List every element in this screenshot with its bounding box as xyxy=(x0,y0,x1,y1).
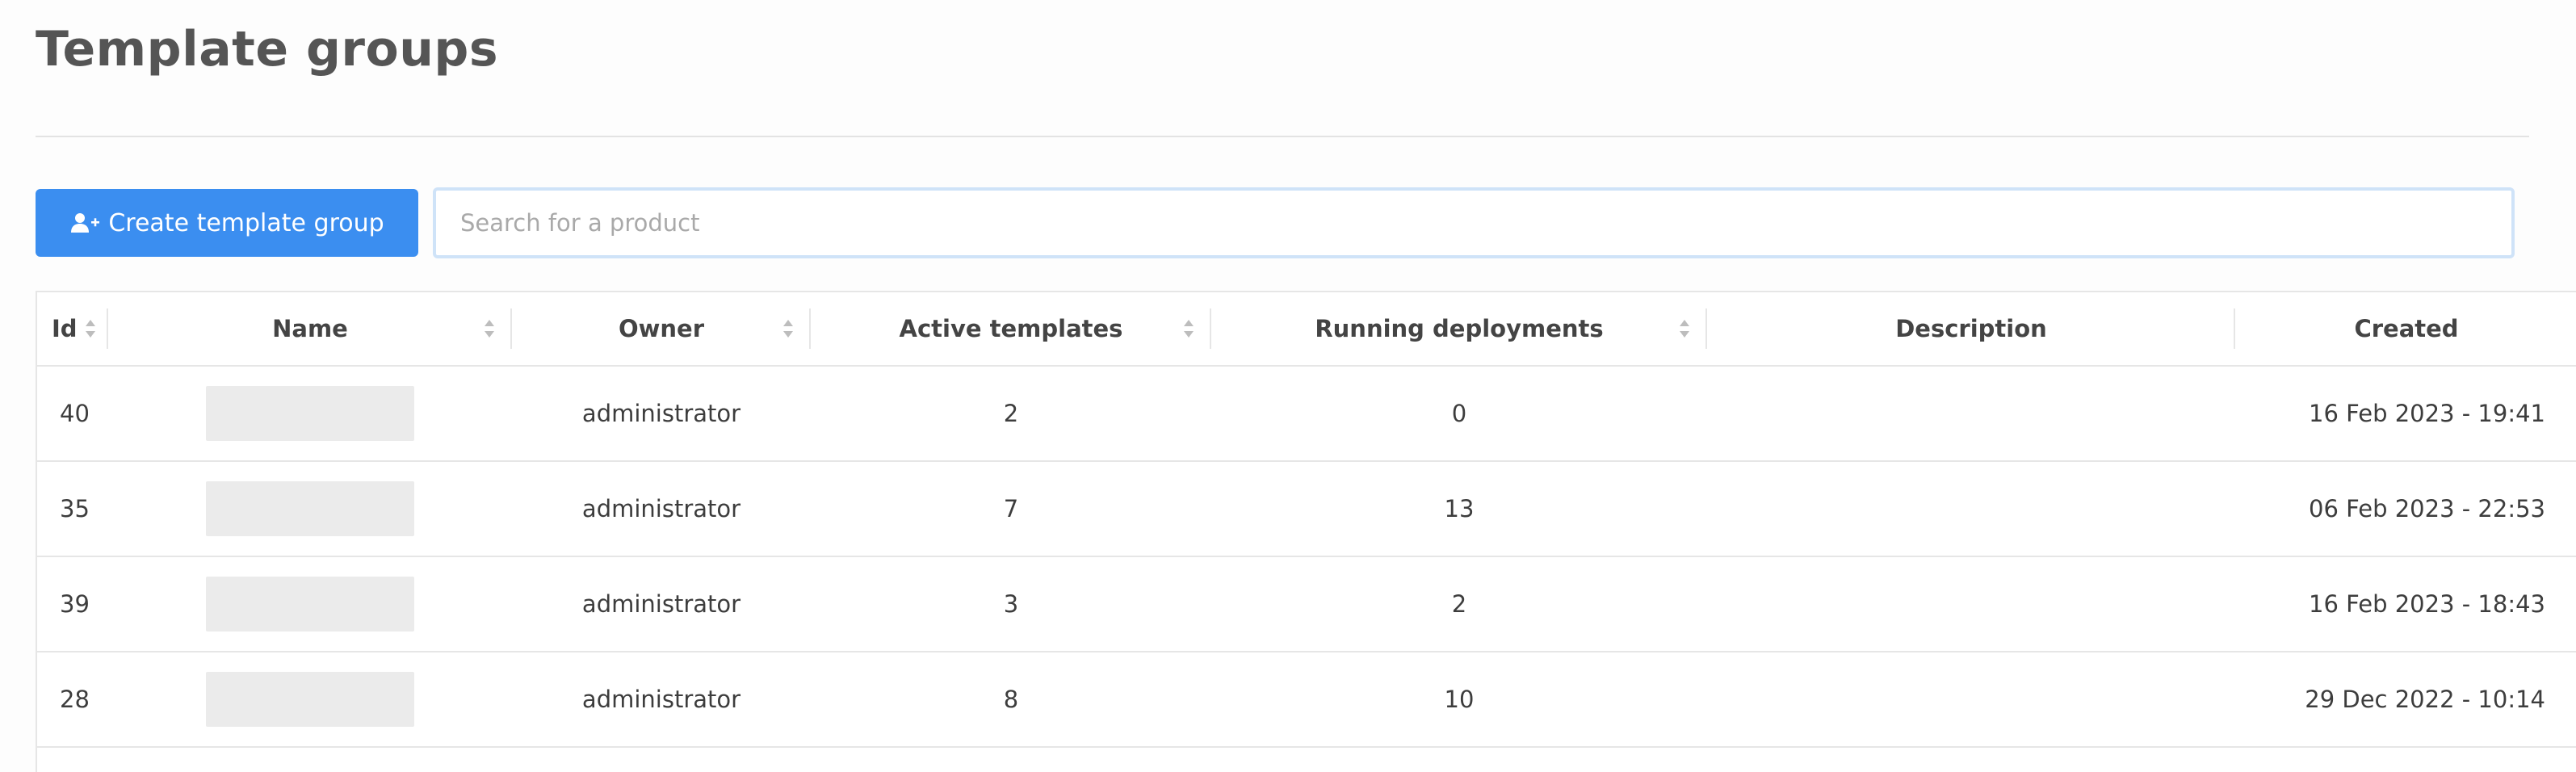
column-header-id[interactable]: Id xyxy=(37,292,108,367)
cell-active-templates: 8 xyxy=(811,652,1211,748)
cell-description xyxy=(1707,366,2235,462)
cell-name xyxy=(108,652,512,748)
cell-running-deployments: 13 xyxy=(1211,461,1707,557)
cell-id: 40 xyxy=(37,366,108,462)
column-header-name[interactable]: Name xyxy=(108,292,512,367)
cell-id: 39 xyxy=(37,556,108,652)
sort-icon xyxy=(1680,320,1689,338)
redacted-name xyxy=(206,481,414,536)
cell-created: 06 Feb 2023 - 22:53 xyxy=(2235,461,2576,557)
column-header-label: Description xyxy=(1895,315,2047,342)
redacted-name xyxy=(206,386,414,441)
cell-owner: administrator xyxy=(512,556,811,652)
table-row[interactable]: 40 administrator 2 0 16 Feb 2023 - 19:41 xyxy=(37,366,2576,462)
cell-name xyxy=(108,461,512,557)
template-groups-table: Id Name Owner Active templates Running d… xyxy=(36,291,2576,772)
title-divider xyxy=(36,136,2529,137)
table-row[interactable]: 39 administrator 3 2 16 Feb 2023 - 18:43 xyxy=(37,556,2576,652)
page-title: Template groups xyxy=(36,21,499,78)
cell-created: 16 Feb 2023 - 18:43 xyxy=(2235,556,2576,652)
column-header-label: Owner xyxy=(618,315,705,342)
column-header-running-deployments[interactable]: Running deployments xyxy=(1211,292,1707,367)
table-header-row: Id Name Owner Active templates Running d… xyxy=(37,292,2576,367)
cell-created: 29 Dec 2022 - 10:14 xyxy=(2235,652,2576,748)
redacted-name xyxy=(206,577,414,631)
cell-running-deployments: 0 xyxy=(1211,366,1707,462)
cell-owner: administrator xyxy=(512,366,811,462)
cell-active-templates: 7 xyxy=(811,461,1211,557)
column-header-label: Active templates xyxy=(899,315,1123,342)
cell-id: 35 xyxy=(37,461,108,557)
cell-owner: administrator xyxy=(512,461,811,557)
template-groups-page: Template groups Create template group Se… xyxy=(0,0,2576,772)
add-user-icon xyxy=(69,211,102,235)
column-header-description: Description xyxy=(1707,292,2235,367)
column-header-active-templates[interactable]: Active templates xyxy=(811,292,1211,367)
table-row[interactable]: 28 administrator 8 10 29 Dec 2022 - 10:1… xyxy=(37,652,2576,748)
cell-running-deployments: 2 xyxy=(1211,556,1707,652)
sort-icon xyxy=(485,320,494,338)
cell-active-templates: 3 xyxy=(811,556,1211,652)
cell-name xyxy=(108,366,512,462)
column-header-owner[interactable]: Owner xyxy=(512,292,811,367)
sort-icon xyxy=(86,320,95,338)
column-header-label: Created xyxy=(2354,315,2459,342)
sort-icon xyxy=(783,320,793,338)
cell-running-deployments: 10 xyxy=(1211,652,1707,748)
cell-name xyxy=(108,556,512,652)
column-header-created: Created xyxy=(2235,292,2576,367)
cell-created: 16 Feb 2023 - 19:41 xyxy=(2235,366,2576,462)
sort-icon xyxy=(1184,320,1194,338)
cell-active-templates: 2 xyxy=(811,366,1211,462)
cell-description xyxy=(1707,461,2235,557)
redacted-name xyxy=(206,672,414,727)
cell-description xyxy=(1707,652,2235,748)
column-header-label: Name xyxy=(272,315,348,342)
create-template-group-button[interactable]: Create template group xyxy=(36,189,418,257)
cell-id: 28 xyxy=(37,652,108,748)
search-input[interactable] xyxy=(433,187,2515,258)
column-header-label: Id xyxy=(52,315,78,342)
cell-description xyxy=(1707,556,2235,652)
table-row[interactable]: 35 administrator 7 13 06 Feb 2023 - 22:5… xyxy=(37,461,2576,557)
column-header-label: Running deployments xyxy=(1315,315,1604,342)
create-button-label: Create template group xyxy=(108,208,384,237)
cell-owner: administrator xyxy=(512,652,811,748)
